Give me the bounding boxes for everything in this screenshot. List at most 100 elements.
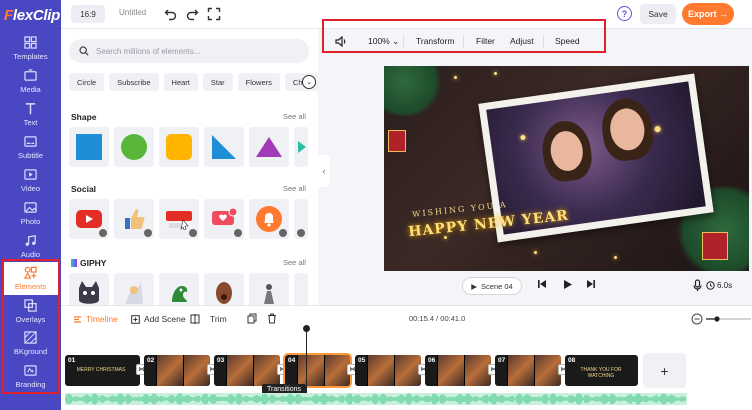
giphy-dragon-tile[interactable] xyxy=(159,273,199,305)
help-icon[interactable]: ? xyxy=(617,6,632,21)
timeline-timecode: 00:15.4 / 00:41.0 xyxy=(409,314,466,323)
social-bell-tile[interactable] xyxy=(249,199,289,239)
top-bar: 16:9 Untitled ? Save Export → xyxy=(61,0,752,29)
social-subscribe-tile[interactable] xyxy=(159,199,199,239)
skip-back-icon[interactable] xyxy=(537,279,547,289)
chevron-down-icon[interactable]: ⌄ xyxy=(302,75,316,89)
scene-clip-07[interactable]: 07 xyxy=(495,355,561,386)
sidebar-label: Subtitle xyxy=(17,151,44,160)
trim-button[interactable]: Trim xyxy=(210,314,227,324)
see-all-giphy-link[interactable]: See all xyxy=(283,258,306,267)
split-icon[interactable] xyxy=(190,314,200,324)
search-input[interactable]: Search millions of elements... xyxy=(69,39,309,63)
social-youtube-tile[interactable] xyxy=(69,199,109,239)
thumbs-up-icon xyxy=(125,209,145,229)
fullscreen-icon[interactable] xyxy=(207,7,221,21)
text-icon xyxy=(25,103,36,115)
add-scene-button[interactable]: Add Scene xyxy=(131,314,186,324)
chip-circle[interactable]: Circle xyxy=(69,73,105,91)
aspect-ratio-button[interactable]: 16:9 xyxy=(71,5,105,23)
chip-star[interactable]: Star xyxy=(202,73,233,91)
scene-clip-02[interactable]: 02 xyxy=(144,355,210,386)
sidebar-item-text[interactable]: Text xyxy=(0,98,61,131)
tab-timeline[interactable]: Timeline xyxy=(73,314,118,324)
figure-sticker xyxy=(264,284,274,304)
templates-icon xyxy=(24,36,37,49)
adjust-button[interactable]: Adjust xyxy=(510,36,534,46)
scene-clip-06[interactable]: 06 xyxy=(425,355,491,386)
social-tiles xyxy=(69,199,308,239)
giphy-face-tile[interactable] xyxy=(204,273,244,305)
sidebar-item-overlays[interactable]: Overlays xyxy=(0,295,61,328)
shape-triangle-tile[interactable] xyxy=(249,127,289,167)
sidebar-item-audio[interactable]: Audio xyxy=(0,230,61,263)
flexclip-logo[interactable]: FlexClip xyxy=(0,0,61,30)
sidebar-item-photo[interactable]: Photo xyxy=(0,197,61,230)
play-icon[interactable] xyxy=(562,279,573,290)
undo-icon[interactable] xyxy=(164,7,178,21)
shape-square-tile[interactable] xyxy=(69,127,109,167)
sidebar-item-branding[interactable]: Branding xyxy=(0,360,61,393)
sidebar-item-bkground[interactable]: BKground xyxy=(0,327,61,360)
scene-duration[interactable]: 6.0s xyxy=(706,281,732,290)
chip-heart[interactable]: Heart xyxy=(163,73,198,91)
clip-thumbnail xyxy=(534,355,561,386)
social-more-tile[interactable] xyxy=(294,199,308,239)
sidebar-item-subtitle[interactable]: Subtitle xyxy=(0,131,61,164)
transform-button[interactable]: Transform xyxy=(416,36,454,46)
sidebar-item-video[interactable]: Video xyxy=(0,164,61,197)
playhead-handle[interactable] xyxy=(303,325,310,332)
scene-clip-03[interactable]: 03 xyxy=(214,355,280,386)
giphy-character-tile[interactable] xyxy=(114,273,154,305)
clip-thumbnail xyxy=(226,355,253,386)
giphy-figure-tile[interactable] xyxy=(249,273,289,305)
chip-subscribe[interactable]: Subscribe xyxy=(109,73,159,91)
category-chips: Circle Subscribe Heart Star Flowers Chec… xyxy=(69,73,318,91)
scene-selector-button[interactable]: ▶ Scene 04 xyxy=(462,277,522,295)
duplicate-icon[interactable] xyxy=(247,313,257,324)
dragon-sticker xyxy=(172,286,188,302)
shape-rounded-square-tile[interactable] xyxy=(159,127,199,167)
zoom-dropdown[interactable]: 100% ⌄ xyxy=(368,36,399,47)
redo-icon[interactable] xyxy=(185,7,199,21)
sidebar-item-templates[interactable]: Templates xyxy=(0,32,61,65)
shape-more-tile[interactable] xyxy=(294,127,308,167)
add-clip-button[interactable]: + xyxy=(643,353,686,388)
audio-waveform-track[interactable] xyxy=(65,393,687,405)
giphy-cat-tile[interactable] xyxy=(69,273,109,305)
scene-clip-01[interactable]: 01 MERRY CHRISTMAS xyxy=(65,355,140,386)
video-preview-canvas[interactable]: WISHING YOU A HAPPY NEW YEAR xyxy=(384,66,749,271)
microphone-icon[interactable] xyxy=(692,279,703,292)
elements-panel: Search millions of elements... Circle Su… xyxy=(61,29,318,305)
shape-right-triangle-tile[interactable] xyxy=(204,127,244,167)
filter-button[interactable]: Filter xyxy=(476,36,495,46)
skip-forward-icon[interactable] xyxy=(586,279,596,289)
see-all-shape-link[interactable]: See all xyxy=(283,112,306,121)
scene-clip-05[interactable]: 05 xyxy=(355,355,421,386)
export-button[interactable]: Export → xyxy=(682,3,734,25)
add-scene-icon xyxy=(131,314,140,324)
social-like-tile[interactable] xyxy=(114,199,154,239)
trash-icon[interactable] xyxy=(267,313,277,324)
collapse-panel-button[interactable]: ‹ xyxy=(318,155,330,187)
scene-clip-08[interactable]: 08 THANK YOU FOR WATCHING xyxy=(565,355,638,386)
project-title[interactable]: Untitled xyxy=(119,8,146,17)
ornament-decor xyxy=(388,130,406,152)
giphy-more-tile[interactable] xyxy=(294,273,308,305)
shape-circle-tile[interactable] xyxy=(114,127,154,167)
sidebar-item-elements[interactable]: Elements xyxy=(3,262,58,295)
sidebar-label: Overlays xyxy=(15,315,46,324)
social-heart-tile[interactable] xyxy=(204,199,244,239)
timeline-zoom-slider[interactable] xyxy=(691,313,751,325)
divider xyxy=(403,35,404,47)
chip-flowers[interactable]: Flowers xyxy=(237,73,280,91)
face-sticker xyxy=(216,282,232,304)
volume-icon[interactable] xyxy=(335,36,347,47)
chevron-down-icon: ⌄ xyxy=(392,36,400,46)
speed-button[interactable]: Speed xyxy=(555,36,580,46)
animated-badge-icon xyxy=(234,229,242,237)
scene-clip-04[interactable]: 04 xyxy=(283,353,352,388)
sidebar-item-media[interactable]: Media xyxy=(0,65,61,98)
see-all-social-link[interactable]: See all xyxy=(283,184,306,193)
save-button[interactable]: Save xyxy=(640,4,676,24)
